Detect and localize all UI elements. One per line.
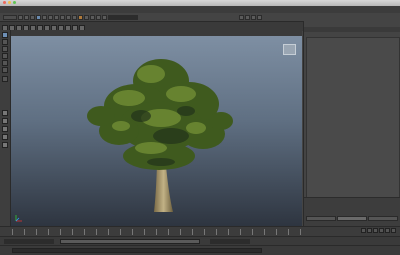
viewport[interactable]: [11, 36, 302, 226]
status-line: [0, 13, 400, 21]
channel-box: [303, 21, 400, 227]
go-to-end-icon[interactable]: [391, 228, 396, 233]
select-by-object-icon[interactable]: [42, 14, 47, 20]
time-slider-ticks[interactable]: [12, 229, 312, 235]
lasso-tool-icon[interactable]: [2, 39, 8, 45]
range-slider-bar[interactable]: [60, 239, 200, 244]
hypershade-icon[interactable]: [102, 14, 107, 20]
toggle-tool-settings-icon[interactable]: [251, 14, 256, 20]
layer-tab[interactable]: [368, 216, 398, 221]
snap-plane-icon[interactable]: [72, 14, 77, 20]
move-tool-icon[interactable]: [2, 53, 8, 59]
render-frame-icon[interactable]: [84, 14, 89, 20]
menu-set-dropdown[interactable]: [3, 14, 17, 20]
snap-point-icon[interactable]: [66, 14, 71, 20]
layout-graph-icon[interactable]: [2, 134, 8, 140]
layer-tab[interactable]: [306, 216, 336, 221]
start-time-field[interactable]: [4, 239, 54, 244]
layer-editor: [304, 197, 400, 227]
layer-tab[interactable]: [337, 216, 367, 221]
close-window-icon[interactable]: [3, 1, 6, 4]
new-scene-icon[interactable]: [18, 14, 23, 20]
axis-indicator-icon: [15, 215, 22, 222]
main-menu-bar[interactable]: [0, 6, 400, 13]
paint-select-tool-icon[interactable]: [2, 46, 8, 52]
select-by-component-icon[interactable]: [48, 14, 53, 20]
ipr-render-icon[interactable]: [90, 14, 95, 20]
layout-hypershade-icon[interactable]: [2, 142, 8, 148]
step-back-icon[interactable]: [367, 228, 372, 233]
scale-tool-icon[interactable]: [2, 67, 8, 73]
tree-model[interactable]: [11, 36, 302, 226]
layout-single-pane-icon[interactable]: [2, 110, 8, 116]
layout-outliner-icon[interactable]: [2, 126, 8, 132]
layer-tabs: [306, 216, 398, 221]
tool-box: [0, 30, 11, 226]
channel-box-header: [304, 27, 400, 32]
view-cube-icon[interactable]: [283, 44, 296, 55]
input-field[interactable]: [108, 14, 138, 20]
command-input[interactable]: [12, 248, 262, 253]
end-time-field[interactable]: [210, 239, 250, 244]
zoom-window-icon[interactable]: [13, 1, 16, 4]
play-forward-icon[interactable]: [379, 228, 384, 233]
window-controls[interactable]: [3, 1, 16, 4]
render-settings-icon[interactable]: [96, 14, 101, 20]
select-tool-icon[interactable]: [2, 32, 8, 38]
toggle-channel-box-icon[interactable]: [257, 14, 262, 20]
playback-controls: [361, 228, 396, 233]
last-tool-icon[interactable]: [2, 76, 8, 82]
history-icon[interactable]: [78, 14, 83, 20]
toggle-attribute-editor-icon[interactable]: [245, 14, 250, 20]
snap-curve-icon[interactable]: [60, 14, 65, 20]
minimize-window-icon[interactable]: [8, 1, 11, 4]
toggle-modeling-toolkit-icon[interactable]: [239, 14, 244, 20]
rotate-tool-icon[interactable]: [2, 60, 8, 66]
select-by-hierarchy-icon[interactable]: [36, 14, 41, 20]
open-scene-icon[interactable]: [24, 14, 29, 20]
layout-four-pane-icon[interactable]: [2, 118, 8, 124]
snap-grid-icon[interactable]: [54, 14, 59, 20]
channel-list[interactable]: [306, 37, 400, 209]
go-to-start-icon[interactable]: [361, 228, 366, 233]
save-scene-icon[interactable]: [30, 14, 35, 20]
step-forward-icon[interactable]: [385, 228, 390, 233]
play-back-icon[interactable]: [373, 228, 378, 233]
